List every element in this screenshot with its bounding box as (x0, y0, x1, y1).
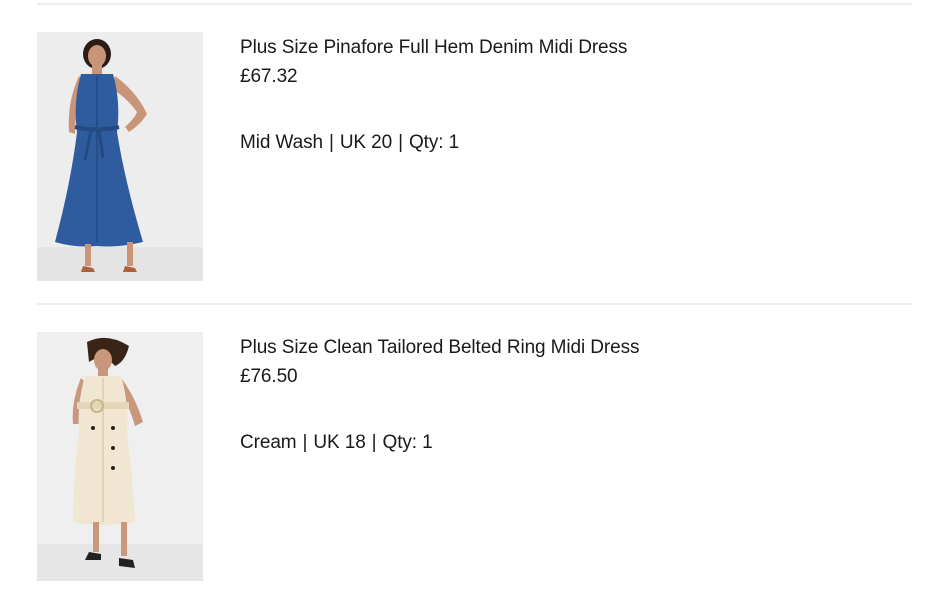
product-size: UK 20 (339, 132, 393, 153)
product-info: Plus Size Clean Tailored Belted Ring Mid… (240, 332, 880, 457)
product-photo-denim-dress (37, 32, 203, 281)
separator: | (371, 432, 377, 453)
product-price: £67.32 (240, 66, 298, 87)
product-attributes: Mid Wash | UK 20 | Qty: 1 (240, 129, 880, 157)
product-price: £76.50 (240, 366, 298, 387)
product-name[interactable]: Plus Size Pinafore Full Hem Denim Midi D… (240, 33, 880, 63)
bag-item: Plus Size Clean Tailored Belted Ring Mid… (37, 332, 912, 582)
product-name[interactable]: Plus Size Clean Tailored Belted Ring Mid… (240, 333, 880, 363)
product-size: UK 18 (313, 432, 366, 453)
product-info: Plus Size Pinafore Full Hem Denim Midi D… (240, 32, 880, 157)
separator: | (302, 432, 308, 453)
separator: | (398, 132, 403, 153)
divider (37, 303, 912, 305)
separator: | (328, 132, 334, 153)
product-color: Cream (240, 432, 297, 453)
divider (37, 3, 912, 5)
product-color: Mid Wash (240, 132, 323, 153)
product-photo-cream-dress (37, 332, 203, 581)
product-quantity: Qty: 1 (382, 432, 433, 453)
product-image[interactable] (37, 32, 203, 281)
bag-item: Plus Size Pinafore Full Hem Denim Midi D… (37, 32, 912, 282)
product-image[interactable] (37, 332, 203, 581)
bag-item-list: Plus Size Pinafore Full Hem Denim Midi D… (0, 0, 949, 600)
product-quantity: Qty: 1 (408, 132, 460, 153)
product-attributes: Cream | UK 18 | Qty: 1 (240, 429, 880, 457)
